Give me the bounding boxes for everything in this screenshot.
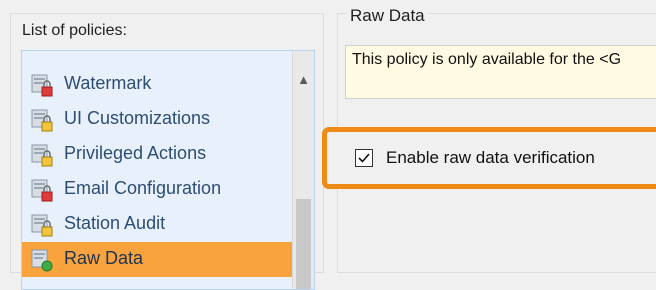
policies-heading: List of policies: bbox=[22, 22, 127, 39]
policy-item-label: Privileged Actions bbox=[64, 143, 207, 163]
policy-item-label: UI Customizations bbox=[64, 108, 211, 128]
policies-list: Watermark UI Customizations Privileged A… bbox=[22, 67, 292, 277]
green-dot-icon bbox=[29, 247, 55, 273]
policy-item-ui-customizations[interactable]: UI Customizations bbox=[22, 102, 292, 137]
lock-red-icon bbox=[29, 72, 55, 98]
raw-data-heading: Raw Data bbox=[347, 6, 428, 26]
policy-item-label: Station Audit bbox=[64, 213, 166, 233]
policy-item-raw-data[interactable]: Raw Data bbox=[22, 242, 292, 277]
policy-item-watermark[interactable]: Watermark bbox=[22, 67, 292, 102]
policy-item-station-audit[interactable]: Station Audit bbox=[22, 207, 292, 242]
lock-red-icon bbox=[29, 177, 55, 203]
policy-item-privileged-actions[interactable]: Privileged Actions bbox=[22, 137, 292, 172]
policy-item-label: Email Configuration bbox=[64, 178, 222, 198]
policies-listbox[interactable]: Watermark UI Customizations Privileged A… bbox=[21, 50, 315, 290]
raw-data-verification-label[interactable]: Enable raw data verification bbox=[386, 148, 595, 168]
scroll-thumb[interactable] bbox=[296, 199, 311, 289]
list-scrollbar[interactable]: ▲ bbox=[292, 51, 314, 289]
lock-yellow-icon bbox=[29, 107, 55, 133]
policy-item-label: Watermark bbox=[64, 73, 152, 93]
raw-data-verification-checkbox[interactable] bbox=[355, 149, 373, 167]
scroll-up-arrow-icon[interactable]: ▲ bbox=[293, 67, 314, 93]
checkmark-icon bbox=[358, 153, 370, 163]
lock-yellow-icon bbox=[29, 142, 55, 168]
lock-yellow-icon bbox=[29, 212, 55, 238]
policy-item-label: Raw Data bbox=[64, 248, 144, 268]
policy-info-box: This policy is only available for the <G bbox=[345, 45, 656, 99]
policy-item-email-configuration[interactable]: Email Configuration bbox=[22, 172, 292, 207]
policy-info-text: This policy is only available for the <G bbox=[352, 51, 622, 68]
policies-group: List of policies: Watermark UI Customiza… bbox=[10, 13, 324, 290]
